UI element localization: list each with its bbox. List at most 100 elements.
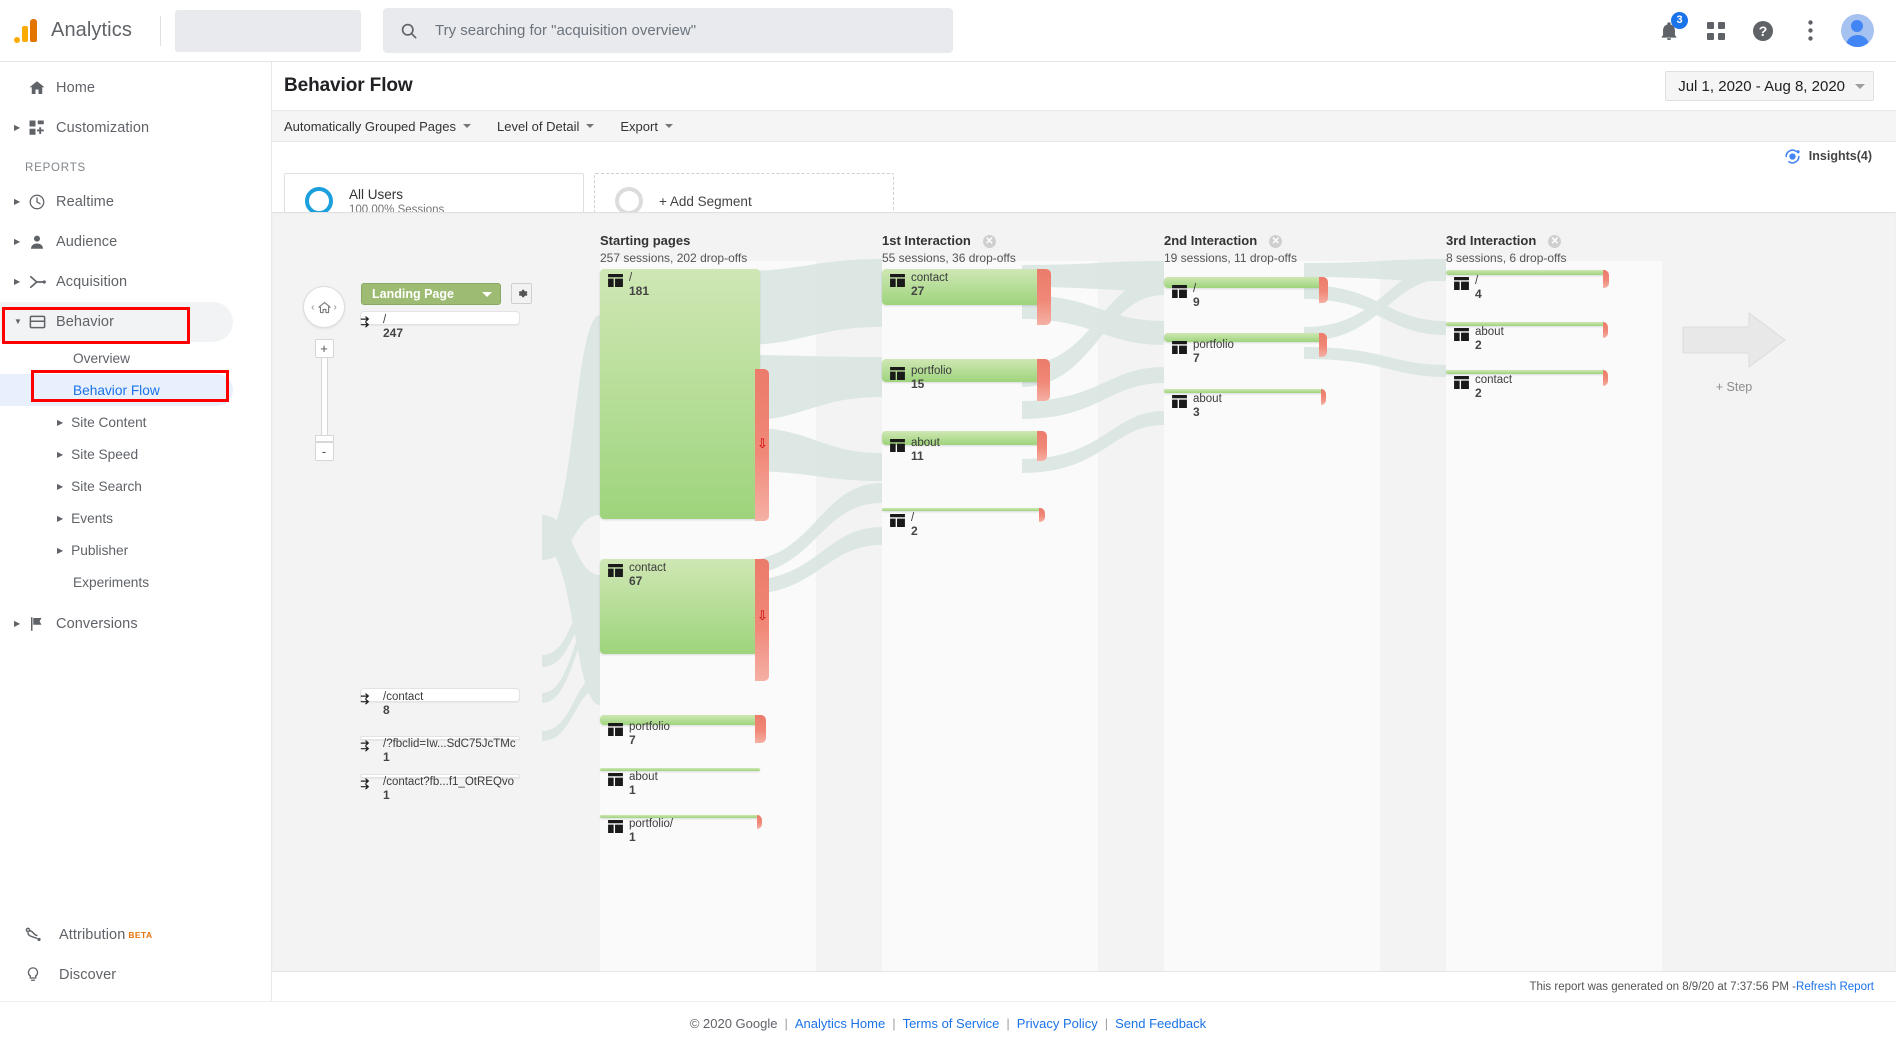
sidebar-item-publisher[interactable]: ▶ Publisher [0, 534, 271, 566]
sidebar-item-discover[interactable]: Discover [0, 955, 272, 995]
page-icon [1454, 328, 1469, 341]
source-node-label: /contact 8 [360, 691, 423, 717]
flow-node-value: 1 [629, 831, 673, 844]
date-range-selector[interactable]: Jul 1, 2020 - Aug 8, 2020 [1665, 71, 1874, 101]
main-content: Behavior Flow Jul 1, 2020 - Aug 8, 2020 … [272, 62, 1896, 1045]
page-icon [890, 514, 905, 527]
sidebar-item-conversions[interactable]: ▶ Conversions [0, 604, 271, 644]
zoom-track[interactable] [321, 358, 328, 435]
level-of-detail-dropdown[interactable]: Level of Detail [497, 119, 594, 134]
flow-node-name: about [911, 437, 940, 450]
page-title: Behavior Flow [284, 75, 413, 97]
lightbulb-icon [24, 966, 59, 984]
grouping-dropdown[interactable]: Automatically Grouped Pages [284, 119, 471, 134]
expand-arrow-icon[interactable]: ▶ [12, 238, 28, 246]
dimension-selector[interactable]: Landing Page [361, 283, 501, 305]
user-avatar-button[interactable] [1836, 10, 1878, 52]
close-icon[interactable]: ✕ [1548, 235, 1561, 248]
sidebar-item-site-content[interactable]: ▶ Site Content [0, 406, 271, 438]
flow-node-value: 4 [1475, 288, 1482, 301]
footer-link-terms[interactable]: Terms of Service [903, 1016, 1000, 1031]
dropoff-bar [755, 715, 766, 743]
expand-arrow-icon[interactable]: ▶ [57, 482, 63, 491]
zoom-in-button[interactable]: + [315, 339, 334, 358]
insights-icon[interactable] [1783, 147, 1802, 166]
flow-node-value: 3 [1193, 406, 1222, 419]
expand-arrow-icon[interactable]: ▶ [57, 450, 63, 459]
footer-link-privacy[interactable]: Privacy Policy [1017, 1016, 1098, 1031]
flow-node-value: 27 [911, 285, 948, 298]
sidebar-item-behavior[interactable]: ▼ Behavior [0, 302, 233, 342]
account-selector[interactable] [175, 10, 361, 52]
flow-node-name: / [911, 512, 918, 525]
source-panel [360, 311, 520, 559]
collapse-arrow-icon[interactable]: ▼ [12, 318, 28, 326]
source-node-name: /?fbclid=Iw...SdC75JcTMc [383, 738, 516, 751]
add-step-button[interactable]: + Step [1674, 309, 1794, 394]
page-header: Behavior Flow Jul 1, 2020 - Aug 8, 2020 [272, 62, 1896, 110]
flow-node-label: contact 2 [1454, 374, 1512, 400]
apps-button[interactable] [1695, 10, 1737, 52]
footer-links: | Analytics Home | Terms of Service | Pr… [777, 1016, 1206, 1031]
source-node-name: /contact [383, 691, 423, 704]
search-input[interactable]: Try searching for "acquisition overview" [383, 8, 953, 53]
flow-node-label: portfolio 15 [890, 365, 952, 391]
dropoff-bar [1037, 359, 1050, 401]
expand-arrow-icon[interactable]: ▶ [12, 124, 28, 132]
sidebar-item-realtime[interactable]: ▶ Realtime [0, 182, 271, 222]
close-icon[interactable]: ✕ [1269, 235, 1282, 248]
insights-label[interactable]: Insights(4) [1809, 149, 1872, 163]
sidebar-item-customization[interactable]: ▶ Customization [0, 108, 271, 148]
close-icon[interactable]: ✕ [983, 235, 996, 248]
sidebar-item-experiments[interactable]: Experiments [0, 566, 271, 598]
page-icon [890, 274, 905, 287]
source-node-label: /contact?fb...f1_OtREQvo 1 [360, 776, 514, 802]
export-dropdown[interactable]: Export [620, 119, 673, 134]
expand-arrow-icon[interactable]: ▶ [12, 198, 28, 206]
dropoff-bar [1321, 389, 1326, 405]
dropoff-bar [1037, 431, 1047, 461]
column-title: Starting pages [600, 233, 747, 248]
zoom-out-button[interactable]: - [315, 442, 334, 461]
expand-arrow-icon[interactable]: ▶ [57, 546, 63, 555]
date-range-value: Jul 1, 2020 - Aug 8, 2020 [1678, 78, 1845, 95]
dropoff-bar [1603, 370, 1608, 386]
vertical-dots-icon [1808, 20, 1813, 41]
flow-node-value: 1 [629, 784, 658, 797]
flow-node-value: 7 [629, 734, 670, 747]
sidebar-item-attribution[interactable]: Attribution BETA [0, 915, 272, 955]
page-icon [1172, 395, 1187, 408]
dimension-settings-button[interactable] [511, 283, 532, 304]
page-icon [608, 723, 623, 736]
analytics-logo-area[interactable]: Analytics [0, 18, 160, 44]
help-button[interactable]: ? [1742, 10, 1784, 52]
refresh-report-link[interactable]: Refresh Report [1796, 981, 1874, 993]
sidebar-item-acquisition[interactable]: ▶ Acquisition [0, 262, 271, 302]
dimension-label: Landing Page [372, 287, 454, 301]
notifications-button[interactable]: 3 [1648, 10, 1690, 52]
zoom-thumb[interactable] [315, 435, 334, 442]
dropoff-arrow-icon: ⇩ [757, 609, 768, 622]
footer-link-analytics-home[interactable]: Analytics Home [795, 1016, 885, 1031]
page-icon [608, 274, 623, 287]
behavior-flow-canvas[interactable]: Starting pages 257 sessions, 202 drop-of… [272, 212, 1896, 982]
sidebar-item-behavior-flow[interactable]: Behavior Flow [0, 374, 233, 406]
sidebar-item-events[interactable]: ▶ Events [0, 502, 271, 534]
reset-view-button[interactable]: ‹ › [303, 286, 345, 328]
sidebar-item-site-search[interactable]: ▶ Site Search [0, 470, 271, 502]
footer-link-feedback[interactable]: Send Feedback [1115, 1016, 1206, 1031]
flow-node-value: 2 [1475, 339, 1504, 352]
expand-arrow-icon[interactable]: ▶ [12, 278, 28, 286]
copyright-text: © 2020 Google [690, 1016, 778, 1031]
flow-node-label: about 1 [608, 771, 658, 797]
expand-arrow-icon[interactable]: ▶ [12, 620, 28, 628]
expand-arrow-icon[interactable]: ▶ [57, 514, 63, 523]
sidebar-item-home[interactable]: Home [0, 68, 271, 108]
expand-arrow-icon[interactable]: ▶ [57, 418, 63, 427]
zoom-slider[interactable]: + - [314, 339, 334, 461]
sidebar-item-site-speed[interactable]: ▶ Site Speed [0, 438, 271, 470]
sidebar-item-audience[interactable]: ▶ Audience [0, 222, 271, 262]
more-options-button[interactable] [1789, 10, 1831, 52]
site-footer: © 2020 Google | Analytics Home | Terms o… [0, 1001, 1896, 1045]
sidebar-item-overview[interactable]: Overview [0, 342, 271, 374]
